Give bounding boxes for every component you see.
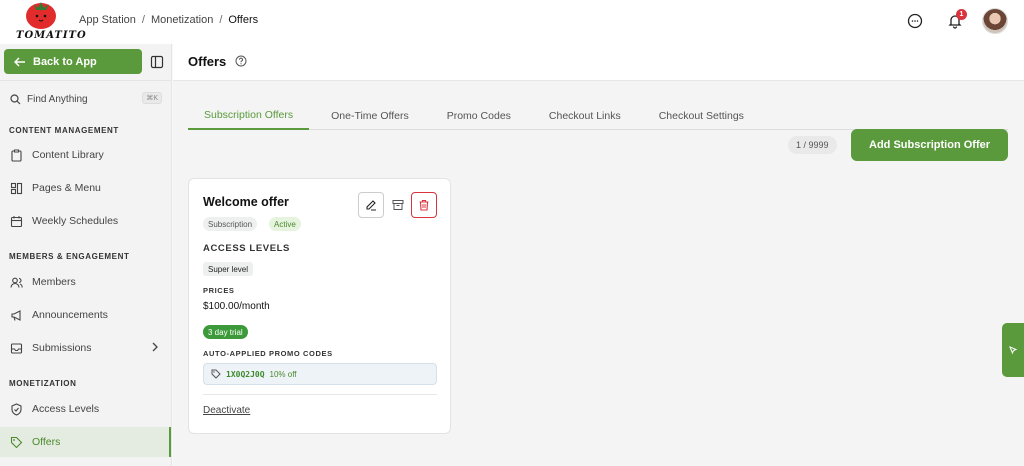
sidebar: Back to App Find Anything ⌘K CONTENT MAN… xyxy=(0,44,172,466)
sidebar-divider xyxy=(0,80,172,81)
sidebar-item-pages-menu[interactable]: Pages & Menu xyxy=(0,173,171,203)
breadcrumb-separator: / xyxy=(219,14,223,26)
sidebar-item-content-library[interactable]: Content Library xyxy=(0,140,171,170)
promo-code-row[interactable]: 1X0Q2J0Q 10% off xyxy=(203,363,437,385)
tab-subscription-offers[interactable]: Subscription Offers xyxy=(188,102,310,130)
back-to-app-label: Back to App xyxy=(33,55,97,68)
offer-counter: 1 / 9999 xyxy=(788,136,837,154)
card-divider xyxy=(203,394,437,395)
tab-promo-codes[interactable]: Promo Codes xyxy=(431,102,527,130)
megaphone-icon xyxy=(11,309,21,321)
calendar-icon xyxy=(10,215,23,227)
page-title: Offers xyxy=(188,54,227,69)
sidebar-item-submissions[interactable]: Submissions xyxy=(0,333,171,363)
chat-button[interactable] xyxy=(902,8,928,34)
deactivate-link[interactable]: Deactivate xyxy=(203,405,250,416)
users-icon xyxy=(10,277,23,288)
notifications-button[interactable]: 1 xyxy=(942,8,968,34)
trash-icon xyxy=(419,199,429,211)
access-level-tag: Super level xyxy=(203,262,254,276)
feedback-side-tab[interactable] xyxy=(1002,323,1024,377)
promo-codes-heading: AUTO-APPLIED PROMO CODES xyxy=(203,349,333,358)
offer-card: Welcome offer Subscription Active ACCESS… xyxy=(188,178,451,434)
offer-tabs: Subscription Offers One-Time Offers Prom… xyxy=(188,102,1008,130)
breadcrumb-separator: / xyxy=(141,14,145,26)
sidebar-item-label: Members xyxy=(32,276,76,288)
prices-heading: PRICES xyxy=(203,286,235,295)
edit-offer-button[interactable] xyxy=(358,192,384,218)
breadcrumb: App Station / Monetization / Offers xyxy=(79,14,258,26)
chat-icon xyxy=(907,13,923,29)
sidebar-item-label: Offers xyxy=(32,436,61,448)
section-content-management: CONTENT MANAGEMENT xyxy=(9,126,119,135)
breadcrumb-monetization[interactable]: Monetization xyxy=(151,14,213,26)
breadcrumb-offers: Offers xyxy=(228,14,259,26)
layout-icon xyxy=(10,182,23,194)
chevron-right-icon[interactable] xyxy=(151,342,159,352)
top-bar: TOMATITO App Station / Monetization / Of… xyxy=(0,0,1024,44)
logo-wordmark: TOMATITO xyxy=(16,30,87,41)
access-levels-heading: ACCESS LEVELS xyxy=(203,243,290,254)
offer-price: $100.00/month xyxy=(203,301,270,312)
sidebar-item-label: Access Levels xyxy=(32,403,100,415)
user-avatar[interactable] xyxy=(982,8,1008,34)
inbox-icon xyxy=(10,342,23,354)
sidebar-search[interactable]: Find Anything ⌘K xyxy=(4,88,162,110)
main-content: Offers Subscription Offers One-Time Offe… xyxy=(173,44,1024,466)
archive-offer-button[interactable] xyxy=(385,192,411,218)
delete-offer-button[interactable] xyxy=(411,192,437,218)
status-badge: Active xyxy=(269,217,301,231)
search-shortcut: ⌘K xyxy=(142,92,162,104)
shield-icon xyxy=(11,402,22,416)
section-monetization: MONETIZATION xyxy=(9,379,77,388)
trial-badge: 3 day trial xyxy=(203,325,248,339)
header-actions: 1 xyxy=(902,8,1008,34)
section-members-engagement: MEMBERS & ENGAGEMENT xyxy=(9,252,130,261)
sidebar-item-offers[interactable]: Offers xyxy=(0,427,171,457)
sidebar-item-label: Content Library xyxy=(32,149,104,161)
sidebar-collapse-icon[interactable] xyxy=(150,55,164,69)
cursor-icon xyxy=(1009,346,1018,355)
add-subscription-offer-button[interactable]: Add Subscription Offer xyxy=(851,129,1008,161)
help-icon[interactable] xyxy=(235,55,247,67)
tag-icon xyxy=(211,369,221,379)
sidebar-item-label: Pages & Menu xyxy=(32,182,101,194)
sidebar-item-label: Submissions xyxy=(32,342,92,354)
back-to-app-button[interactable]: Back to App xyxy=(4,49,142,74)
tab-one-time-offers[interactable]: One-Time Offers xyxy=(309,102,431,130)
tab-checkout-settings[interactable]: Checkout Settings xyxy=(643,102,760,130)
page-header: Offers xyxy=(173,44,1024,81)
offer-type-badge: Subscription xyxy=(203,217,258,231)
arrow-left-icon xyxy=(14,56,25,67)
tab-checkout-links[interactable]: Checkout Links xyxy=(527,102,643,130)
sidebar-item-members[interactable]: Members xyxy=(0,267,171,297)
offer-title: Welcome offer xyxy=(203,195,289,209)
promo-discount: 10% off xyxy=(269,369,297,379)
promo-code: 1X0Q2J0Q xyxy=(226,369,265,379)
sidebar-item-weekly-schedules[interactable]: Weekly Schedules xyxy=(0,206,171,236)
archive-icon xyxy=(392,200,404,210)
sidebar-item-announcements[interactable]: Announcements xyxy=(0,300,171,330)
sidebar-item-label: Weekly Schedules xyxy=(32,215,119,227)
clipboard-icon xyxy=(11,149,22,162)
tag-icon xyxy=(10,436,23,448)
sidebar-item-access-levels[interactable]: Access Levels xyxy=(0,394,171,424)
search-placeholder: Find Anything xyxy=(27,93,88,105)
edit-icon xyxy=(366,200,376,211)
tomatito-logo[interactable]: TOMATITO xyxy=(14,0,86,44)
notification-badge: 1 xyxy=(956,9,967,20)
breadcrumb-app-station[interactable]: App Station xyxy=(79,14,136,26)
sidebar-item-label: Announcements xyxy=(32,309,108,321)
search-icon xyxy=(10,93,21,104)
